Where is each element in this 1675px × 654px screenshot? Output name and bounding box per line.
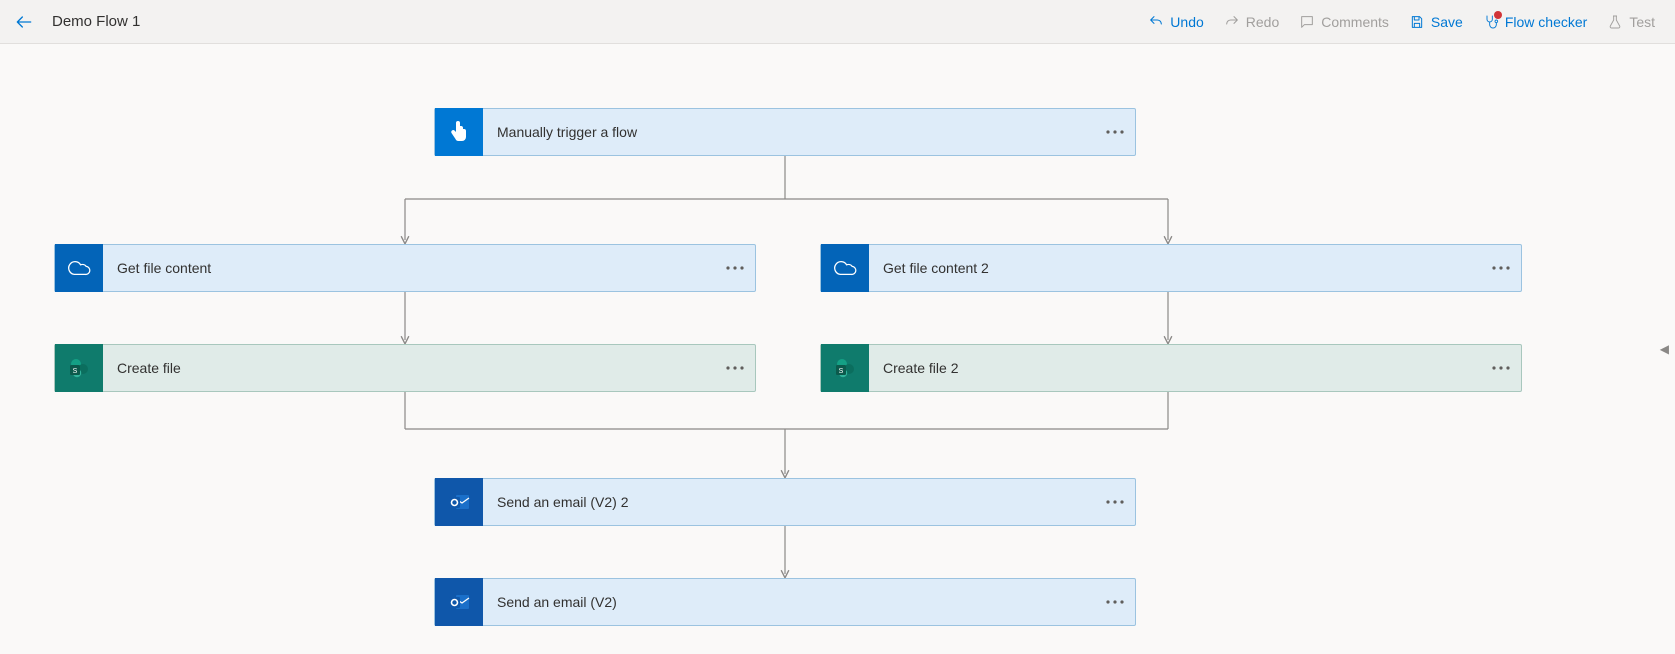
more-dots-icon <box>1106 500 1124 504</box>
arrow-left-icon <box>14 12 34 32</box>
alert-dot <box>1494 11 1502 19</box>
node-label: Create file 2 <box>869 360 1481 376</box>
flask-icon <box>1607 14 1623 30</box>
more-dots-icon <box>726 266 744 270</box>
sharepoint-icon: S <box>821 344 869 392</box>
more-dots-icon <box>1492 366 1510 370</box>
more-dots-icon <box>1492 266 1510 270</box>
node-label: Manually trigger a flow <box>483 124 1095 140</box>
node-more-button[interactable] <box>1095 600 1135 604</box>
redo-button[interactable]: Redo <box>1216 8 1287 36</box>
manual-trigger-icon <box>435 108 483 156</box>
node-create-file[interactable]: S Create file <box>54 344 756 392</box>
node-label: Send an email (V2) <box>483 594 1095 610</box>
node-more-button[interactable] <box>1095 500 1135 504</box>
canvas-expand-caret[interactable]: ◀ <box>1660 342 1669 356</box>
editor-header: Demo Flow 1 Undo Redo Comments Save <box>0 0 1675 44</box>
node-label: Get file content 2 <box>869 260 1481 276</box>
undo-button[interactable]: Undo <box>1140 8 1211 36</box>
node-get-file-content-2[interactable]: Get file content 2 <box>820 244 1522 292</box>
onedrive-icon <box>55 244 103 292</box>
svg-text:S: S <box>73 368 78 375</box>
node-more-button[interactable] <box>1481 366 1521 370</box>
svg-text:S: S <box>839 368 844 375</box>
node-send-email-2[interactable]: Send an email (V2) 2 <box>434 478 1136 526</box>
undo-icon <box>1148 14 1164 30</box>
comments-label: Comments <box>1321 14 1389 30</box>
node-more-button[interactable] <box>1481 266 1521 270</box>
outlook-icon <box>435 478 483 526</box>
onedrive-icon <box>821 244 869 292</box>
node-label: Send an email (V2) 2 <box>483 494 1095 510</box>
back-button[interactable] <box>12 10 36 34</box>
test-label: Test <box>1629 14 1655 30</box>
node-trigger[interactable]: Manually trigger a flow <box>434 108 1136 156</box>
node-get-file-content[interactable]: Get file content <box>54 244 756 292</box>
test-button[interactable]: Test <box>1599 8 1663 36</box>
header-toolbar: Undo Redo Comments Save Flow checke <box>1140 8 1663 36</box>
save-label: Save <box>1431 14 1463 30</box>
flow-title: Demo Flow 1 <box>52 13 140 30</box>
flow-checker-button[interactable]: Flow checker <box>1475 8 1595 36</box>
node-more-button[interactable] <box>715 266 755 270</box>
node-more-button[interactable] <box>715 366 755 370</box>
node-label: Get file content <box>103 260 715 276</box>
stethoscope-icon <box>1483 14 1499 30</box>
more-dots-icon <box>726 366 744 370</box>
flow-canvas[interactable]: Manually trigger a flow Get file content… <box>0 44 1675 654</box>
undo-label: Undo <box>1170 14 1203 30</box>
redo-label: Redo <box>1246 14 1279 30</box>
node-create-file-2[interactable]: S Create file 2 <box>820 344 1522 392</box>
outlook-icon <box>435 578 483 626</box>
comment-icon <box>1299 14 1315 30</box>
node-more-button[interactable] <box>1095 130 1135 134</box>
more-dots-icon <box>1106 600 1124 604</box>
save-button[interactable]: Save <box>1401 8 1471 36</box>
flow-checker-label: Flow checker <box>1505 14 1587 30</box>
node-label: Create file <box>103 360 715 376</box>
redo-icon <box>1224 14 1240 30</box>
node-send-email[interactable]: Send an email (V2) <box>434 578 1136 626</box>
header-left: Demo Flow 1 <box>12 10 140 34</box>
comments-button[interactable]: Comments <box>1291 8 1397 36</box>
save-icon <box>1409 14 1425 30</box>
sharepoint-icon: S <box>55 344 103 392</box>
more-dots-icon <box>1106 130 1124 134</box>
